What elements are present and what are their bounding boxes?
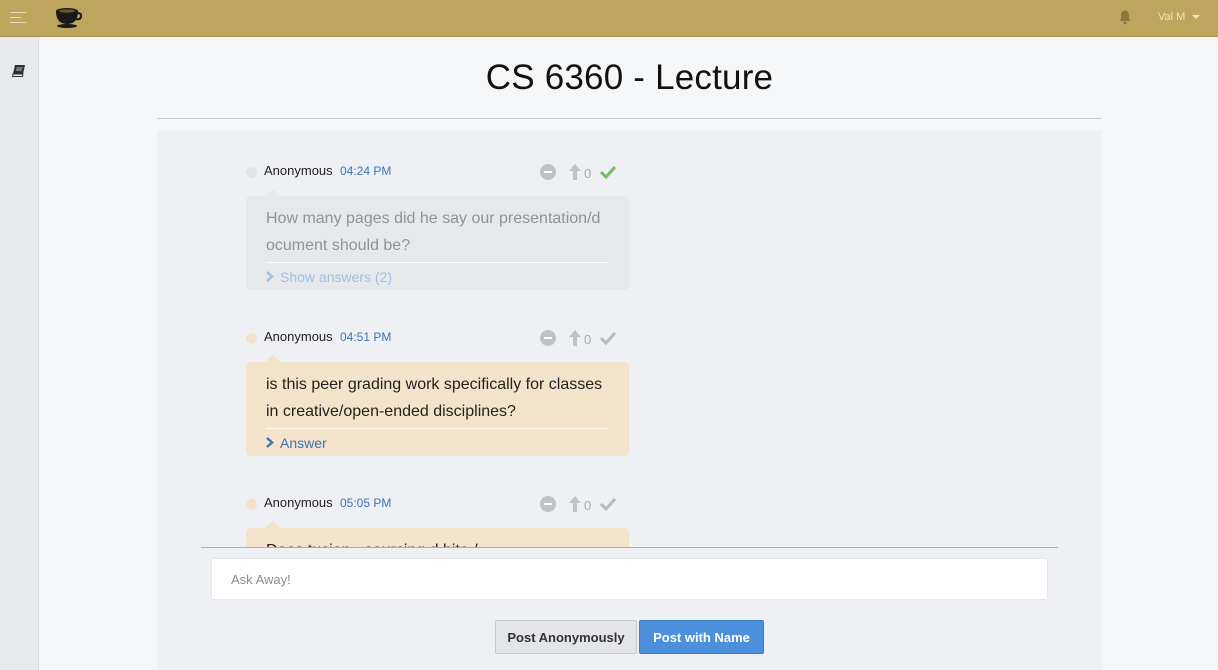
question-card: Anonymous 04:51 PM 0 is this peer gradin… bbox=[246, 327, 629, 456]
check-icon[interactable] bbox=[600, 165, 617, 179]
upvote-arrow-icon[interactable] bbox=[569, 164, 581, 180]
question-actions: 0 bbox=[540, 495, 617, 513]
page-title: CS 6360 - Lecture bbox=[485, 58, 774, 97]
composer-divider bbox=[201, 547, 1058, 548]
question-divider bbox=[266, 428, 609, 429]
show-answers-link[interactable]: Show answers (2) bbox=[266, 263, 609, 290]
chevron-right-icon bbox=[266, 271, 274, 282]
post-anonymously-button[interactable]: Post Anonymously bbox=[495, 620, 637, 654]
question-header: Anonymous 05:05 PM 0 bbox=[246, 493, 629, 515]
question-bubble: How many pages did he say our presentati… bbox=[246, 189, 629, 290]
dismiss-icon[interactable] bbox=[540, 164, 556, 180]
questions-list[interactable]: Anonymous 04:24 PM 0 How many pages did … bbox=[157, 130, 1102, 547]
question-header: Anonymous 04:24 PM 0 bbox=[246, 161, 629, 183]
chevron-right-icon bbox=[266, 437, 274, 448]
question-author: Anonymous bbox=[264, 163, 333, 178]
coffee-cup-logo[interactable] bbox=[54, 5, 82, 29]
upvote-arrow-icon[interactable] bbox=[569, 496, 581, 512]
question-card: Anonymous 05:05 PM 0 Does tucien - sourc… bbox=[246, 493, 629, 547]
question-header: Anonymous 04:51 PM 0 bbox=[246, 327, 629, 349]
question-card: Anonymous 04:24 PM 0 How many pages did … bbox=[246, 161, 629, 290]
check-icon[interactable] bbox=[600, 331, 617, 345]
vote-count: 0 bbox=[584, 498, 592, 513]
post-with-name-button[interactable]: Post with Name bbox=[639, 620, 764, 654]
question-author: Anonymous bbox=[264, 495, 333, 510]
top-navbar: Val M bbox=[0, 0, 1218, 37]
question-time: 04:24 PM bbox=[340, 164, 392, 178]
question-actions: 0 bbox=[540, 163, 617, 181]
status-dot bbox=[246, 499, 257, 510]
ask-input[interactable] bbox=[211, 558, 1048, 600]
question-actions: 0 bbox=[540, 329, 617, 347]
vote-count: 0 bbox=[584, 332, 592, 347]
question-bubble: Does tucien - sourcing d bite / bbox=[246, 521, 629, 547]
question-author: Anonymous bbox=[264, 329, 333, 344]
menu-icon[interactable] bbox=[10, 12, 26, 24]
dismiss-icon[interactable] bbox=[540, 330, 556, 346]
caret-down-icon bbox=[1192, 15, 1201, 19]
answer-link[interactable]: Answer bbox=[266, 429, 609, 456]
status-dot bbox=[246, 333, 257, 344]
show-answers-label: Show answers (2) bbox=[280, 268, 393, 285]
question-bubble: is this peer grading work specifically f… bbox=[246, 355, 629, 456]
user-name: Val M bbox=[1158, 11, 1186, 23]
book-icon[interactable] bbox=[12, 65, 26, 77]
check-icon[interactable] bbox=[600, 497, 617, 511]
vote-count: 0 bbox=[584, 166, 592, 181]
bell-icon[interactable] bbox=[1117, 9, 1133, 25]
question-time: 05:05 PM bbox=[340, 496, 392, 510]
user-menu[interactable]: Val M bbox=[1158, 9, 1201, 25]
question-text: How many pages did he say our presentati… bbox=[266, 210, 601, 254]
answer-label: Answer bbox=[280, 434, 327, 451]
question-text: is this peer grading work specifically f… bbox=[266, 376, 603, 420]
question-text: Does tucien - sourcing d bite / bbox=[266, 537, 609, 547]
question-divider bbox=[266, 262, 609, 263]
dismiss-icon[interactable] bbox=[540, 496, 556, 512]
upvote-arrow-icon[interactable] bbox=[569, 330, 581, 346]
question-time: 04:51 PM bbox=[340, 330, 392, 344]
title-divider bbox=[157, 118, 1102, 119]
sidebar bbox=[0, 37, 39, 670]
status-dot bbox=[246, 167, 257, 178]
